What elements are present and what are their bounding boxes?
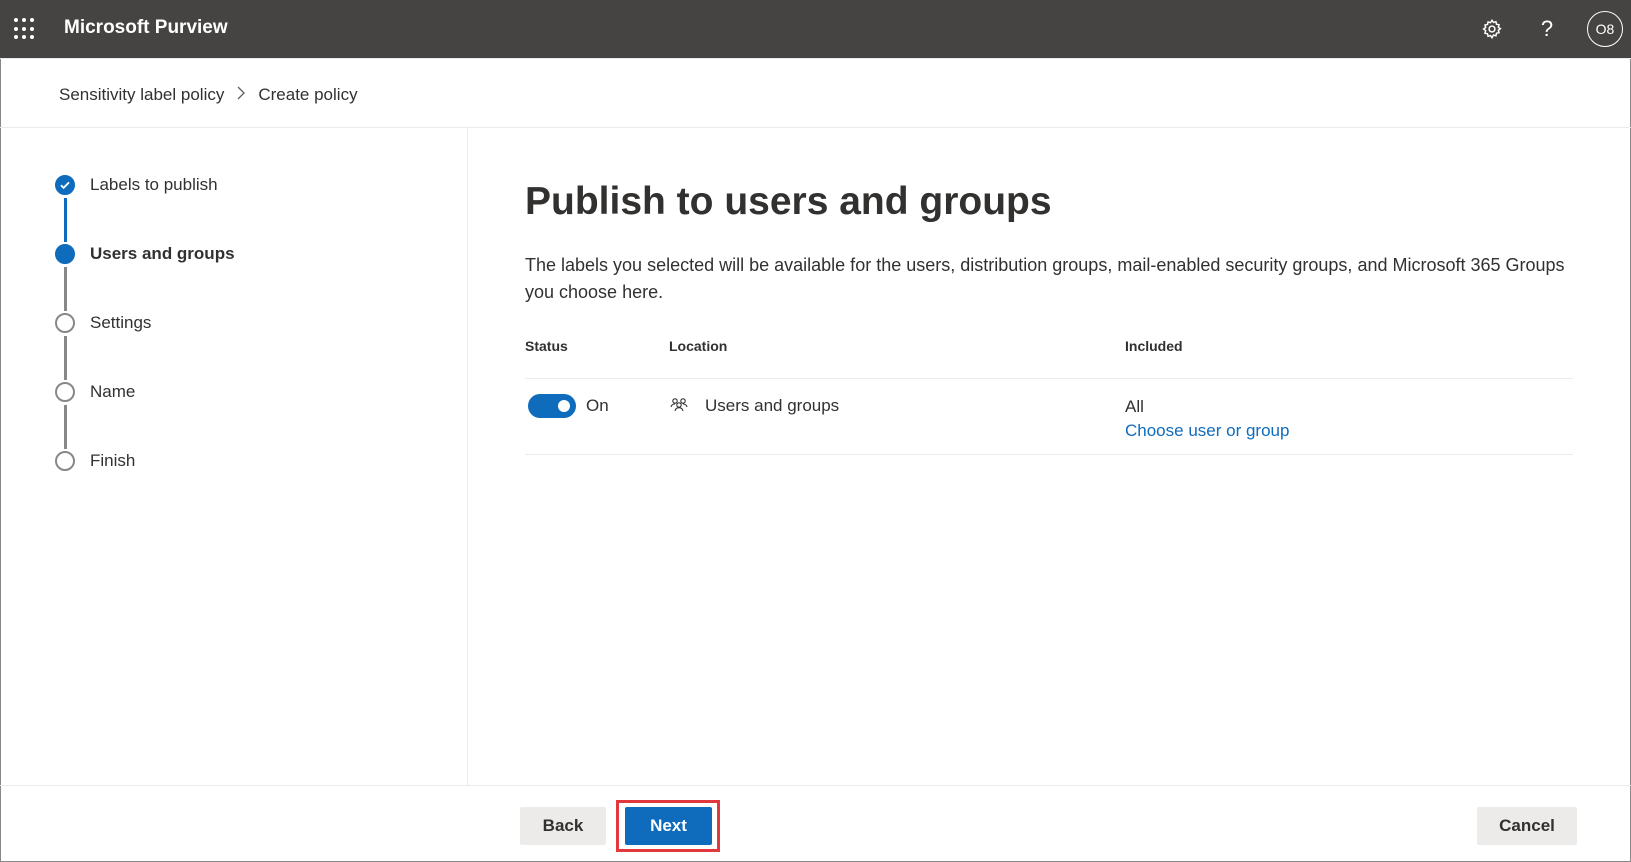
pending-step-icon	[55, 451, 75, 471]
avatar[interactable]: O8	[1587, 11, 1623, 47]
chevron-right-icon	[236, 85, 246, 105]
users-icon	[669, 396, 689, 414]
step-name: Name	[55, 380, 135, 404]
step-labels-to-publish[interactable]: Labels to publish	[55, 173, 218, 197]
back-button[interactable]: Back	[520, 807, 606, 845]
breadcrumb-item-create-policy: Create policy	[258, 85, 358, 104]
step-label: Settings	[90, 313, 152, 332]
help-icon[interactable]: ?	[1532, 14, 1562, 44]
main-content: Publish to users and groups The labels y…	[469, 128, 1631, 785]
pending-step-icon	[55, 382, 75, 402]
app-title[interactable]: Microsoft Purview	[64, 17, 228, 39]
help-glyph: ?	[1540, 16, 1554, 41]
step-connector	[64, 336, 67, 380]
gear-icon[interactable]	[1477, 14, 1507, 44]
step-label: Users and groups	[90, 244, 235, 263]
breadcrumb: Sensitivity label policy Create policy	[59, 85, 358, 105]
step-label: Labels to publish	[90, 175, 218, 194]
page-title: Publish to users and groups	[525, 180, 1052, 223]
status-text: On	[586, 396, 609, 415]
step-label: Name	[90, 382, 136, 401]
step-label: Finish	[90, 451, 136, 470]
status-toggle[interactable]	[528, 394, 576, 418]
breadcrumb-bar: Sensitivity label policy Create policy	[0, 58, 1631, 128]
column-header-location: Location	[669, 338, 728, 354]
pending-step-icon	[55, 313, 75, 333]
divider	[525, 454, 1573, 455]
step-connector	[64, 198, 67, 242]
top-bar: Microsoft Purview ? O8	[0, 0, 1631, 58]
divider	[525, 378, 1573, 379]
step-finish: Finish	[55, 449, 135, 473]
column-header-status: Status	[525, 338, 568, 354]
current-step-icon	[55, 244, 75, 264]
included-value: All	[1125, 397, 1144, 416]
step-users-and-groups[interactable]: Users and groups	[55, 242, 235, 266]
app-launcher-icon[interactable]	[14, 18, 36, 40]
wizard-stepper: Labels to publish Users and groups Setti…	[0, 128, 468, 785]
checkmark-icon	[55, 175, 75, 195]
wizard-footer: Back Next Cancel	[0, 785, 1631, 862]
step-connector	[64, 267, 67, 311]
breadcrumb-item-sensitivity-label-policy[interactable]: Sensitivity label policy	[59, 85, 224, 105]
step-connector	[64, 405, 67, 449]
toggle-knob	[558, 400, 570, 412]
column-header-included: Included	[1125, 338, 1183, 354]
cancel-button[interactable]: Cancel	[1477, 807, 1577, 845]
page-description: The labels you selected will be availabl…	[525, 255, 1565, 302]
choose-user-or-group-link[interactable]: Choose user or group	[1125, 421, 1289, 441]
step-settings: Settings	[55, 311, 151, 335]
location-name: Users and groups	[705, 396, 840, 415]
next-button[interactable]: Next	[625, 807, 712, 845]
